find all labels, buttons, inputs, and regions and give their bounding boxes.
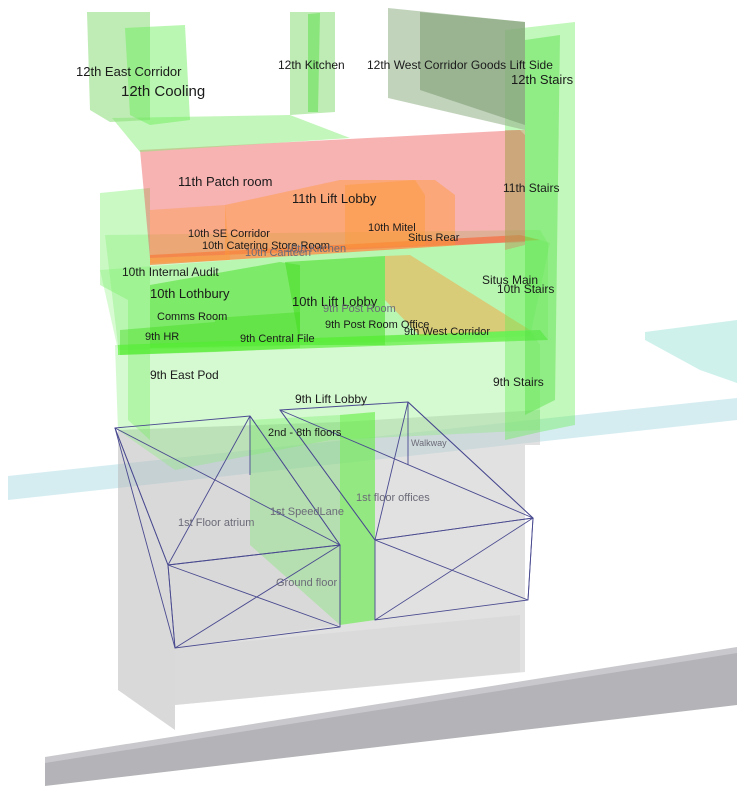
building-3d-viewer[interactable]: 12th East Corridor 12th Cooling 12th Kit… — [0, 0, 737, 786]
label-1st-floor-offices: 1st floor offices — [356, 492, 430, 504]
label-12th-cooling: 12th Cooling — [121, 83, 205, 100]
adjacent-building-slab — [645, 320, 737, 383]
label-9th-east-pod: 9th East Pod — [150, 368, 219, 382]
label-ground-floor: Ground floor — [276, 577, 337, 589]
building-3d-scene[interactable]: 12th East Corridor 12th Cooling 12th Kit… — [0, 0, 737, 786]
label-9th-west-corridor: 9th West Corridor — [404, 326, 490, 338]
label-9th-stairs: 9th Stairs — [493, 375, 544, 389]
label-10th-se-corridor: 10th SE Corridor — [188, 228, 270, 240]
label-situs-rear: Situs Rear — [408, 232, 460, 244]
label-9th-post-room: 9th Post Room — [323, 303, 396, 315]
label-10th-internal-audit: 10th Internal Audit — [122, 265, 219, 279]
label-11th-stairs: 11th Stairs — [503, 181, 559, 195]
label-12th-stairs: 12th Stairs — [511, 72, 574, 87]
label-10th-kitchen: 10th Kitchen — [285, 243, 346, 255]
label-1st-floor-atrium: 1st Floor atrium — [178, 517, 254, 529]
label-12th-kitchen: 12th Kitchen — [278, 58, 345, 72]
label-9th-hr: 9th HR — [145, 331, 179, 343]
label-1st-speedlane: 1st SpeedLane — [270, 506, 344, 518]
lift-shaft-lower — [340, 412, 375, 625]
stairs-shaft-inner — [525, 35, 560, 415]
label-2nd-8th-floors: 2nd - 8th floors — [268, 427, 342, 439]
label-9th-lift-lobby: 9th Lift Lobby — [295, 392, 367, 406]
label-10th-lothbury: 10th Lothbury — [150, 286, 230, 301]
label-11th-patch-room: 11th Patch room — [178, 174, 272, 189]
label-9th-central-file: 9th Central File — [240, 333, 315, 345]
label-comms-room: Comms Room — [157, 311, 227, 323]
label-12th-east-corridor: 12th East Corridor — [76, 64, 182, 79]
label-10th-stairs: 10th Stairs — [497, 282, 554, 296]
label-12th-west-corridor: 12th West Corridor Goods Lift Side — [367, 58, 553, 72]
label-11th-lift-lobby: 11th Lift Lobby — [292, 191, 377, 206]
label-walkway: Walkway — [411, 438, 447, 448]
